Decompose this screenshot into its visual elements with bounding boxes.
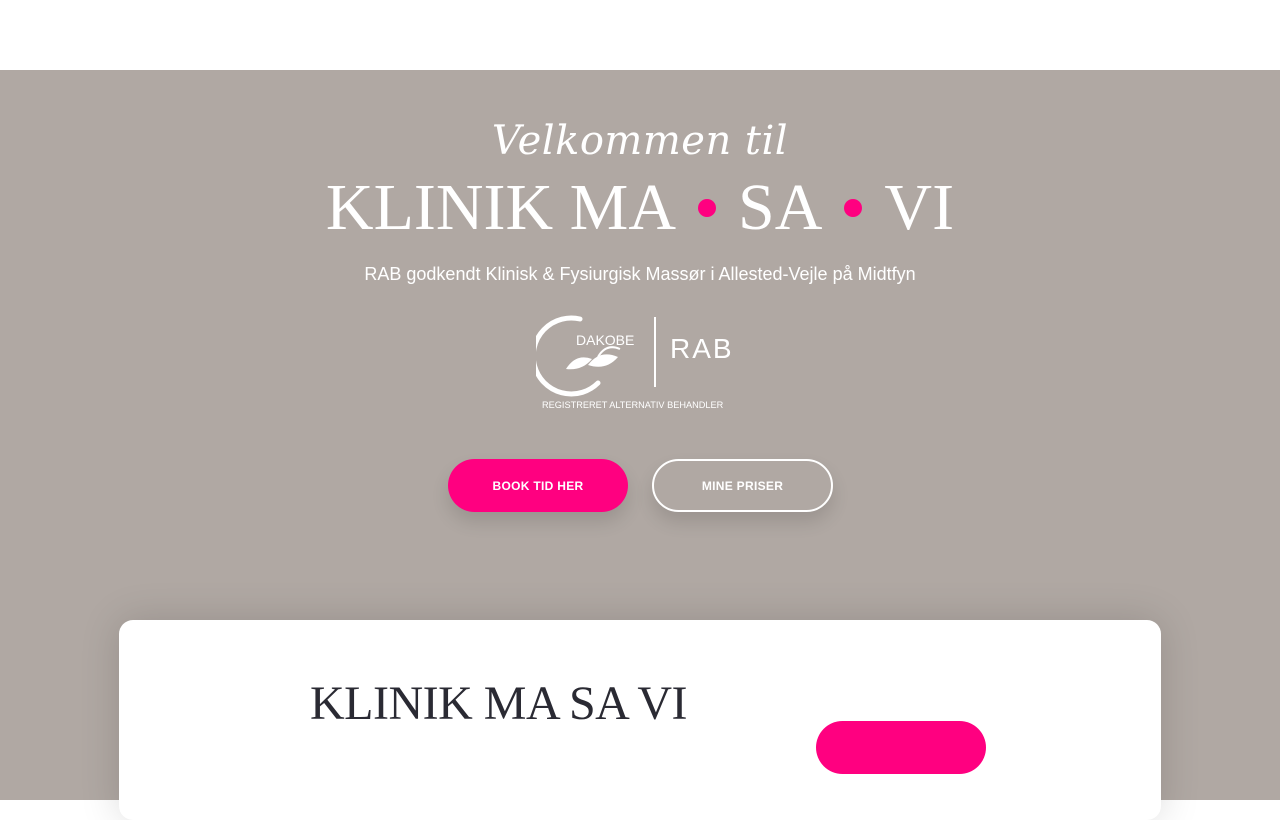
brand-part-1: KLINIK MA bbox=[325, 171, 677, 244]
logo-left-text: DAKOBE bbox=[576, 332, 634, 348]
brand-part-3: VI bbox=[884, 171, 955, 244]
brand-title: KLINIK MA SA VI bbox=[0, 168, 1280, 248]
separator-dot-2 bbox=[844, 198, 863, 217]
top-navigation-bar bbox=[0, 0, 1280, 70]
brand-part-2: SA bbox=[738, 171, 823, 244]
prices-button[interactable]: MINE PRISER bbox=[652, 459, 833, 512]
leaf-logo-icon: DAKOBE RAB REGISTRERET ALTERNATIV BEHAND… bbox=[530, 315, 734, 410]
dakobe-rab-logo: DAKOBE RAB REGISTRERET ALTERNATIV BEHAND… bbox=[530, 313, 746, 413]
book-button[interactable]: BOOK TID HER bbox=[448, 459, 628, 512]
card-title: KLINIK MA SA VI bbox=[310, 677, 687, 730]
separator-dot-1 bbox=[698, 198, 717, 217]
intro-card: KLINIK MA SA VI bbox=[119, 620, 1161, 820]
logo-right-text: RAB bbox=[670, 333, 734, 364]
card-action-button[interactable] bbox=[816, 721, 986, 774]
hero-subtitle: RAB godkendt Klinisk & Fysiurgisk Massør… bbox=[364, 264, 916, 284]
logo-caption: REGISTRERET ALTERNATIV BEHANDLER bbox=[542, 400, 724, 410]
welcome-heading: Velkommen til bbox=[491, 118, 789, 164]
